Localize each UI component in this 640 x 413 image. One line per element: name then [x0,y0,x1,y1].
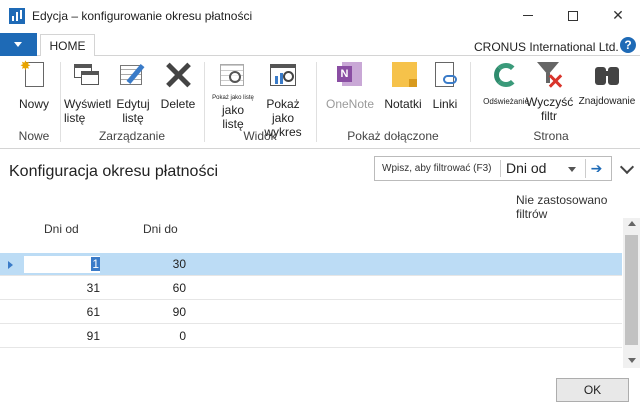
company-name: CRONUS International Ltd. [474,40,619,54]
clear-filter-label: Wyczyść filtr [526,95,574,123]
show-as-list-button[interactable]: Pokaż jako listę jako listę [210,59,256,131]
links-icon [429,59,461,91]
onenote-button[interactable]: N OneNote [324,59,376,111]
scroll-down-icon[interactable] [628,358,636,363]
cell-to[interactable]: 0 [110,329,186,343]
table-row[interactable]: 61 90 [0,301,622,324]
close-button[interactable]: ✕ [595,0,640,31]
arrow-right-icon[interactable]: ➔ [585,159,607,178]
group-separator [470,62,471,142]
group-label-page: Strona [533,129,569,143]
filter-input[interactable]: Wpisz, aby filtrować (F3) [382,163,491,174]
collapse-chevron-icon[interactable] [619,159,635,175]
cell-from[interactable]: 91 [24,329,100,343]
group-label-new: Nowe [18,129,50,143]
find-label: Znajdowanie [578,96,636,107]
table-row[interactable]: 1 30 [0,253,622,276]
edit-list-button[interactable]: Edytuj listę [113,59,153,125]
filter-field-select[interactable]: Dni od [506,160,546,176]
group-separator [316,62,317,142]
group-separator [204,62,205,142]
table-row[interactable]: 31 60 [0,277,622,300]
notes-label: Notatki [384,97,422,111]
group-separator [60,62,61,142]
ribbon-tab-row: HOME CRONUS International Ltd. ? [0,31,640,57]
find-button[interactable]: Znajdowanie [576,59,638,109]
scroll-thumb[interactable] [625,235,638,345]
footer-divider [0,370,640,371]
show-as-chart-button[interactable]: Pokaż jako wykres [255,59,311,139]
close-icon: ✕ [612,7,624,23]
minimize-icon [523,15,533,16]
cell-to[interactable]: 60 [110,281,186,295]
column-header-to[interactable]: Dni do [143,222,178,236]
window-title: Edycja – konfigurowanie okresu płatności [32,9,253,23]
show-as-list-icon [217,59,249,91]
edit-list-icon [117,59,149,91]
edit-list-label: Edytuj listę [116,97,150,125]
chevron-down-icon[interactable] [568,167,576,172]
row-selector-icon [8,261,13,269]
vertical-scrollbar[interactable] [623,218,640,368]
column-header-from[interactable]: Dni od [44,222,79,236]
group-label-attached: Pokaż dołączone [347,129,439,143]
ribbon: ✸ Nowy Nowe Wyświetl listę Edytuj listę … [0,56,640,149]
delete-button[interactable]: Delete [158,59,198,111]
links-label: Linki [432,97,458,111]
refresh-icon [490,59,522,91]
onenote-icon: N [334,59,366,91]
delete-label: Delete [160,97,196,111]
minimize-button[interactable] [505,0,551,31]
view-list-label: Wyświetl listę [64,97,112,125]
new-document-icon: ✸ [18,59,50,91]
clear-filter-icon [533,59,565,91]
view-window-icon [70,59,102,91]
filter-box[interactable]: Wpisz, aby filtrować (F3) Dni od ➔ [374,156,612,181]
view-list-button[interactable]: Wyświetl listę [62,59,112,125]
cell-from[interactable]: 1 [24,256,100,273]
group-label-view: Widok [243,129,277,143]
title-bar: Edycja – konfigurowanie okresu płatności… [0,0,640,31]
show-as-list-label: jako listę [221,103,244,131]
cell-to[interactable]: 90 [110,305,186,319]
cell-from[interactable]: 61 [24,305,100,319]
onenote-label: OneNote [325,97,375,111]
show-as-list-small-label: Pokaż jako listę [212,95,254,101]
page-title: Konfiguracja okresu płatności [9,163,219,180]
cell-from-value: 1 [91,257,100,271]
delete-icon [162,59,194,91]
group-label-manage: Zarządzanie [98,129,166,143]
tab-home[interactable]: HOME [40,34,95,57]
filter-status: Nie zastosowano filtrów [516,193,608,221]
new-button[interactable]: ✸ Nowy [14,59,54,112]
cell-to[interactable]: 30 [110,257,186,271]
help-icon[interactable]: ? [620,37,636,53]
scroll-up-icon[interactable] [628,221,636,226]
maximize-button[interactable] [550,0,596,31]
maximize-icon [568,10,578,21]
ok-button[interactable]: OK [556,378,629,402]
table-row[interactable]: 91 0 [0,325,622,348]
app-logo-icon [9,8,25,24]
clear-filter-button[interactable]: Wyczyść filtr [526,59,574,123]
links-button[interactable]: Linki [428,59,462,111]
filter-divider [500,160,501,177]
binoculars-icon [591,59,623,91]
show-as-chart-icon [267,59,299,91]
new-button-label: Nowy [18,97,49,111]
notes-icon [387,59,419,91]
application-menu-button[interactable] [0,33,37,56]
notes-button[interactable]: Notatki [381,59,425,111]
cell-from[interactable]: 31 [24,281,100,295]
